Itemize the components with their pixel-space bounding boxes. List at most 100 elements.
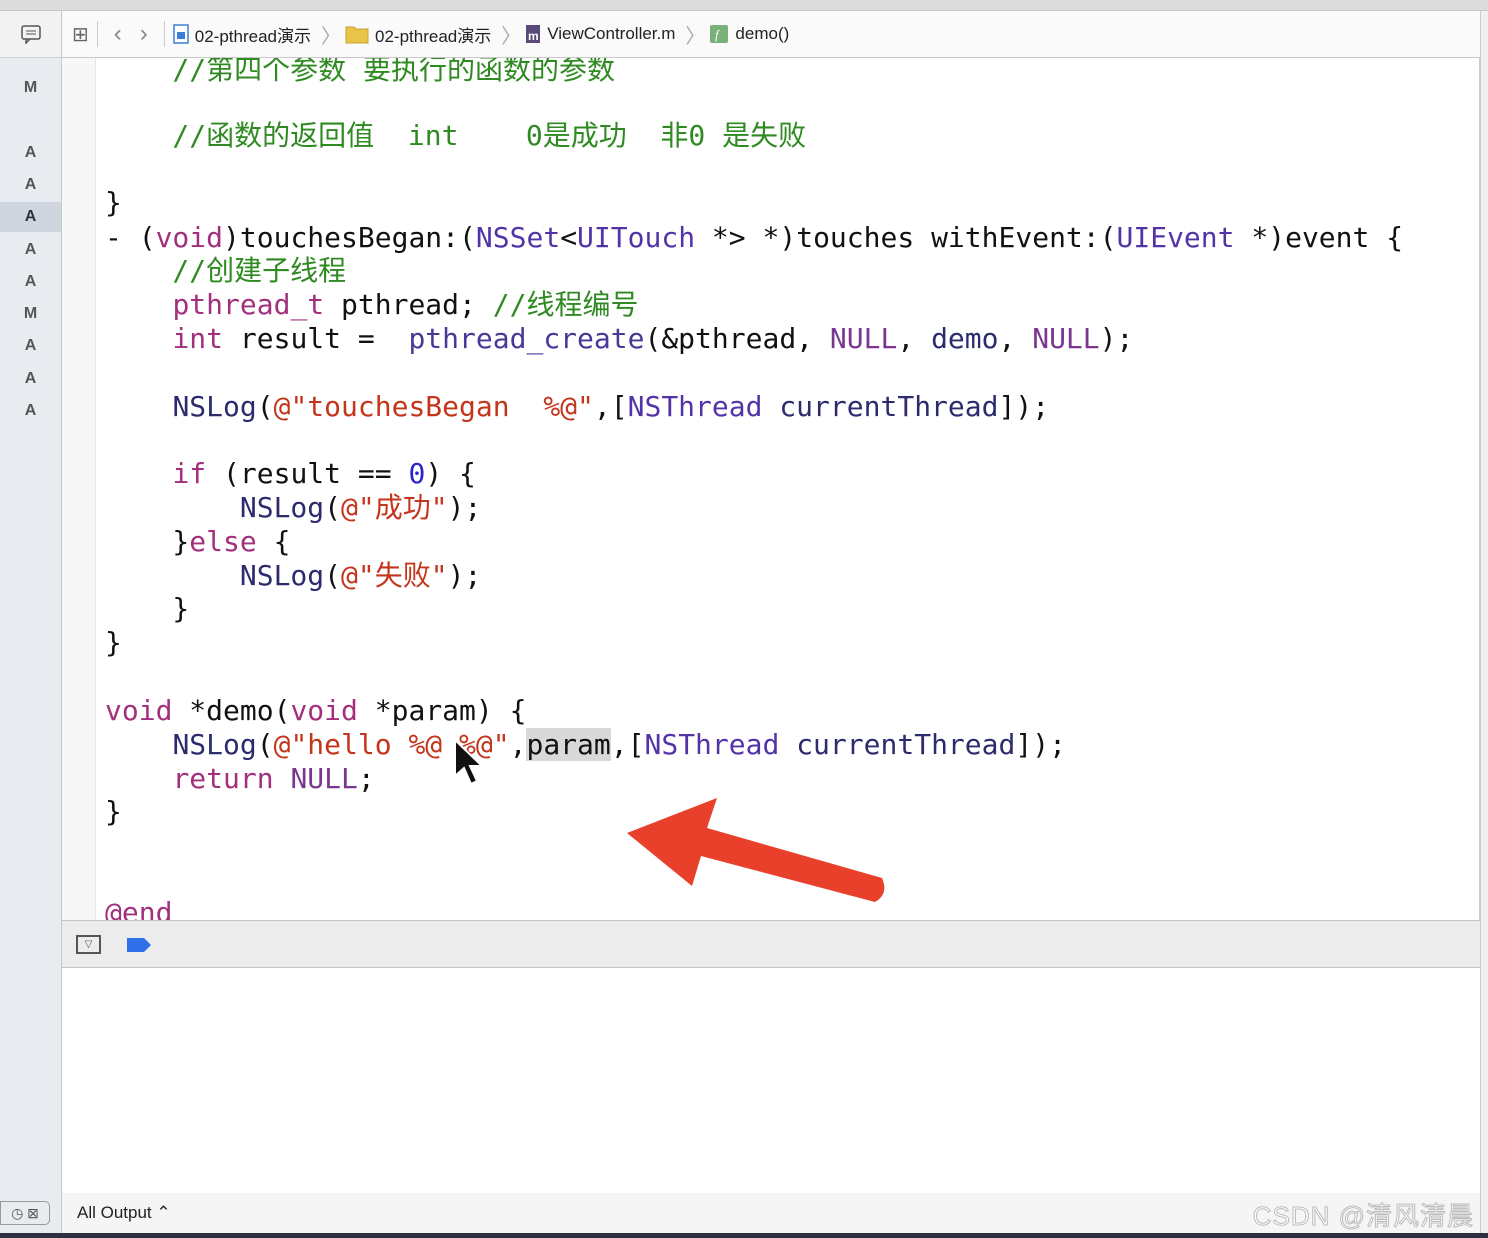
debug-bar: ▽ xyxy=(62,920,1480,968)
right-edge xyxy=(1480,11,1488,1233)
source-control-sidebar: MAAAAAMAAA ◷ ⊠ xyxy=(0,11,62,1238)
function-icon: f xyxy=(709,24,729,44)
watermark: CSDN @清风清晨 xyxy=(1252,1201,1474,1232)
source-status-added[interactable]: A xyxy=(0,170,61,200)
annotation-arrow xyxy=(627,798,885,902)
chevron-right-icon: 〉 xyxy=(685,25,706,48)
source-status-added[interactable]: A xyxy=(0,138,61,168)
breadcrumb-label: demo() xyxy=(735,24,790,43)
comment-icon[interactable] xyxy=(0,11,61,58)
code-token: ]); xyxy=(1015,728,1066,761)
code-line: //第四个参数 要执行的函数的参数 xyxy=(105,58,615,87)
breadcrumb-item[interactable]: f demo() xyxy=(709,24,789,44)
code-token: param xyxy=(526,728,611,761)
code-token: } xyxy=(105,795,122,828)
divider xyxy=(163,21,165,47)
code-token: *param) { xyxy=(357,694,527,727)
code-token: ( xyxy=(324,559,342,592)
code-token: demo xyxy=(931,322,999,355)
code-token: NSLog xyxy=(172,390,257,423)
code-line: int result = pthread_create(&pthread, NU… xyxy=(105,322,1133,356)
source-status-added[interactable]: A xyxy=(0,267,61,297)
source-status-modified[interactable]: M xyxy=(0,299,61,329)
code-token: } xyxy=(105,626,122,659)
code-token: ,[ xyxy=(610,728,645,761)
code-token: (&pthread, xyxy=(644,322,830,355)
breadcrumb-item[interactable]: 02-pthread演示 xyxy=(173,22,311,47)
code-token: ( xyxy=(324,491,342,524)
output-selector[interactable]: All Output ⌃ xyxy=(77,1203,171,1223)
code-token: //函数的返回值 int 0是成功 非0 是失败 xyxy=(105,119,807,152)
code-token: ); xyxy=(447,559,482,592)
code-token: *demo( xyxy=(172,694,291,727)
m-file-icon: m xyxy=(525,24,541,44)
code-token: , xyxy=(998,322,1033,355)
code-token: @"成功" xyxy=(341,491,448,524)
breadcrumb-label: ViewController.m xyxy=(547,24,676,43)
source-status-added[interactable]: A xyxy=(0,396,61,426)
code-token: pthread_create xyxy=(408,322,645,355)
code-line: //创建子线程 xyxy=(105,254,346,288)
back-button[interactable]: ‹ xyxy=(114,20,122,48)
source-status-added[interactable]: A xyxy=(0,235,61,265)
code-token: //线程编号 xyxy=(492,288,639,321)
source-status-modified[interactable]: M xyxy=(0,73,61,103)
chevron-right-icon: 〉 xyxy=(501,25,522,48)
code-token: NSThread xyxy=(644,728,780,761)
code-editor[interactable]: //第四个参数 要执行的函数的参数 //函数的返回值 int 0是成功 非0 是… xyxy=(62,58,1480,920)
code-token: ( xyxy=(256,728,274,761)
code-line: NSLog(@"hello %@ %@",param,[NSThread cur… xyxy=(105,728,1066,762)
breadcrumb-item[interactable]: 02-pthread演示 xyxy=(345,22,491,47)
code-line: } xyxy=(105,186,122,220)
code-token: UIEvent xyxy=(1116,221,1235,254)
code-token: { xyxy=(256,525,291,558)
console-output[interactable] xyxy=(62,968,1480,1193)
window-top-strip xyxy=(0,0,1488,11)
code-token: ( xyxy=(256,390,274,423)
chevron-right-icon: 〉 xyxy=(321,25,341,48)
bottom-edge xyxy=(0,1233,1488,1238)
breadcrumb-label: 02-pthread演示 xyxy=(375,26,492,46)
code-token: NSThread xyxy=(627,390,763,423)
source-status-added[interactable]: A xyxy=(0,364,61,394)
code-token: else xyxy=(189,525,257,558)
code-line: //函数的返回值 int 0是成功 非0 是失败 xyxy=(105,119,806,153)
breadcrumb-item[interactable]: m ViewController.m xyxy=(525,24,675,44)
code-token: ]); xyxy=(998,390,1050,423)
code-token: NULL xyxy=(829,322,898,355)
related-items-icon[interactable]: ⊞ xyxy=(72,22,89,47)
code-token: - ( xyxy=(105,221,156,254)
code-token: @end xyxy=(105,896,173,920)
mouse-cursor-icon xyxy=(454,738,485,786)
code-token: < xyxy=(560,221,578,254)
code-token: pthread_t xyxy=(172,288,325,321)
code-token: NSSet xyxy=(475,221,561,254)
code-line: pthread_t pthread; //线程编号 xyxy=(105,288,638,322)
code-token: if xyxy=(172,457,207,490)
jump-bar: ⊞ ‹ › 02-pthread演示〉 02-pthread演示〉 m ViewCon… xyxy=(62,11,1480,58)
source-status-added[interactable]: A xyxy=(0,202,61,232)
source-status-added[interactable]: A xyxy=(0,331,61,361)
breakpoints-toggle-icon[interactable] xyxy=(126,937,152,953)
forward-button[interactable]: › xyxy=(140,20,148,48)
code-token: return xyxy=(172,762,274,795)
code-token: ) { xyxy=(425,457,476,490)
code-token: currentThread xyxy=(779,390,999,423)
code-token: , xyxy=(509,728,527,761)
hide-debug-area-button[interactable]: ▽ xyxy=(76,935,101,954)
code-token: void xyxy=(155,221,224,254)
code-token: result = xyxy=(223,322,409,355)
code-line: return NULL; xyxy=(105,762,374,796)
code-line: }else { xyxy=(105,525,290,559)
code-token: NULL xyxy=(1032,322,1100,355)
code-token: *)event { xyxy=(1234,221,1404,254)
code-token: ); xyxy=(447,491,482,524)
history-icon[interactable]: ◷ ⊠ xyxy=(0,1201,50,1225)
code-token: //第四个参数 要执行的函数的参数 xyxy=(105,58,616,86)
code-token: )touchesBegan:( xyxy=(223,221,476,254)
